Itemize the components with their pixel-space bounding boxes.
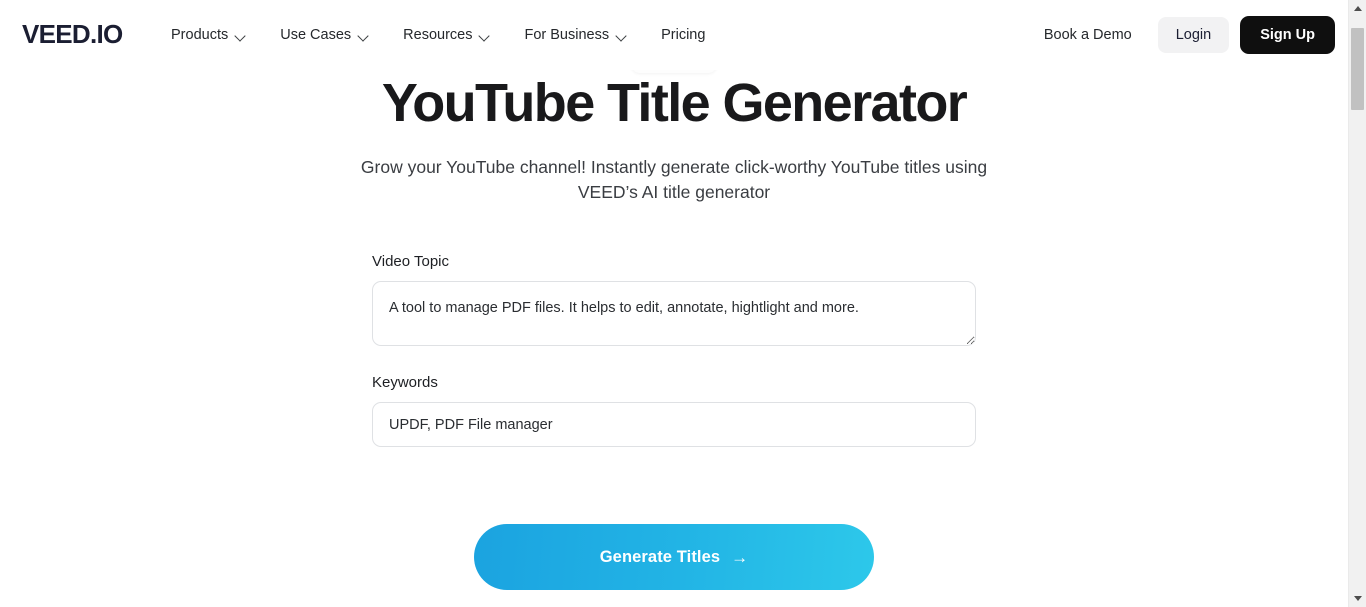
nav-label-products: Products — [171, 27, 229, 43]
veed-logo[interactable]: VEED.IO — [22, 21, 123, 47]
generate-titles-label: Generate Titles — [599, 547, 721, 566]
page-subtitle: Grow your YouTube channel! Instantly gen… — [360, 157, 988, 203]
video-topic-label: Video Topic — [372, 253, 450, 270]
nav-item-use-cases[interactable]: Use Cases — [280, 21, 383, 49]
scroll-down-arrow-icon[interactable] — [1349, 590, 1366, 607]
browser-viewport: VEED.IO Products Use Cases Resources For… — [0, 0, 1348, 607]
generate-titles-button[interactable]: Generate Titles → — [474, 524, 874, 590]
login-button[interactable]: Login — [1157, 17, 1230, 53]
chevron-down-icon — [235, 31, 246, 42]
keywords-label: Keywords — [372, 374, 438, 391]
header-actions: Book a Demo Login Sign Up — [1044, 0, 1335, 70]
site-header: VEED.IO Products Use Cases Resources For… — [0, 0, 1348, 70]
main-navigation: Products Use Cases Resources For Busines… — [171, 0, 719, 70]
nav-item-for-business[interactable]: For Business — [524, 21, 641, 49]
nav-label-resources: Resources — [403, 27, 473, 43]
arrow-right-icon: → — [731, 547, 749, 567]
chevron-down-icon — [358, 31, 369, 42]
nav-item-products[interactable]: Products — [171, 21, 260, 49]
nav-label-use-cases: Use Cases — [280, 27, 352, 43]
page-root: VEED.IO Products Use Cases Resources For… — [0, 0, 1366, 607]
video-topic-input[interactable] — [372, 281, 976, 346]
triangle-down-glyph — [1353, 596, 1362, 601]
sign-up-button[interactable]: Sign Up — [1240, 16, 1335, 54]
nav-item-resources[interactable]: Resources — [403, 21, 504, 49]
hero-section: YouTube Title Generator Grow your YouTub… — [0, 72, 1348, 205]
nav-item-pricing[interactable]: Pricing — [661, 21, 719, 49]
form-spacer — [372, 346, 976, 374]
nav-label-for-business: For Business — [524, 27, 610, 43]
chevron-down-icon — [616, 31, 627, 42]
nav-label-pricing: Pricing — [661, 27, 706, 43]
title-generator-form: Video Topic Keywords — [372, 253, 976, 447]
scrollbar-thumb[interactable] — [1351, 28, 1364, 110]
keywords-input[interactable] — [372, 402, 976, 447]
page-title: YouTube Title Generator — [381, 73, 968, 133]
book-a-demo-link[interactable]: Book a Demo — [1044, 27, 1132, 43]
chevron-down-icon — [479, 31, 490, 42]
scroll-up-arrow-icon[interactable] — [1349, 0, 1366, 17]
triangle-up-glyph — [1353, 6, 1362, 11]
cta-container: Generate Titles → — [474, 524, 874, 590]
vertical-scrollbar[interactable] — [1348, 0, 1366, 607]
